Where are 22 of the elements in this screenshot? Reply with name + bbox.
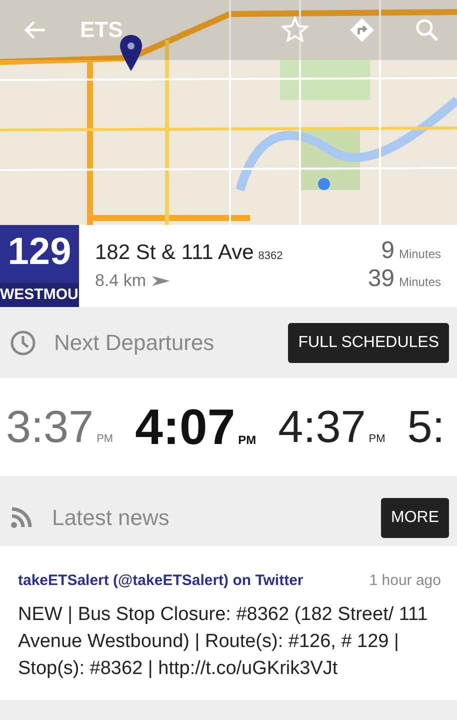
app-title: ETS xyxy=(80,17,124,43)
departure-time: 4:07 PM xyxy=(135,398,256,456)
news-time: 1 hour ago xyxy=(369,572,441,589)
arrival-minutes: 39 xyxy=(368,265,395,292)
section-title: Next Departures xyxy=(54,330,216,356)
stop-name: 182 St & 111 Ave xyxy=(95,241,254,264)
departure-time: 3:37 PM xyxy=(6,401,114,453)
route-number: 129 xyxy=(6,230,72,275)
route-name: WESTMOU xyxy=(0,283,79,307)
news-text: NEW | Bus Stop Closure: #8362 (182 Street/ 111 Avenue Westbound) | Route(s): #126, # 129 | Stop(s): #8362 | http://t.co/uGKrik3VJt xyxy=(18,603,429,681)
minutes-label: Minutes xyxy=(398,247,441,261)
full-schedules-button[interactable]: FULL SCHEDULES xyxy=(288,322,449,362)
minutes-label: Minutes xyxy=(398,275,441,289)
news-source: takeETSalert (@takeETSalert) on Twitter xyxy=(18,572,304,589)
distance-text: 8.4 km xyxy=(95,271,146,291)
more-button[interactable]: MORE xyxy=(381,498,449,538)
section-title: Latest news xyxy=(52,505,170,531)
arrival-minutes: 9 xyxy=(381,237,395,264)
departure-time: 5: xyxy=(407,401,445,453)
stop-code: 8362 xyxy=(258,250,283,262)
departure-time: 4:37 PM xyxy=(278,401,386,453)
news-card[interactable]: takeETSalert (@takeETSalert) on Twitter 1 hour ago NEW | Bus Stop Closure: #8362 (182 Street/ 111 Avenue Westbound) | Route(s): #126, # 129 | Stop(s): #8362 | http://t.co/uGKrik3VJt xyxy=(0,546,457,700)
